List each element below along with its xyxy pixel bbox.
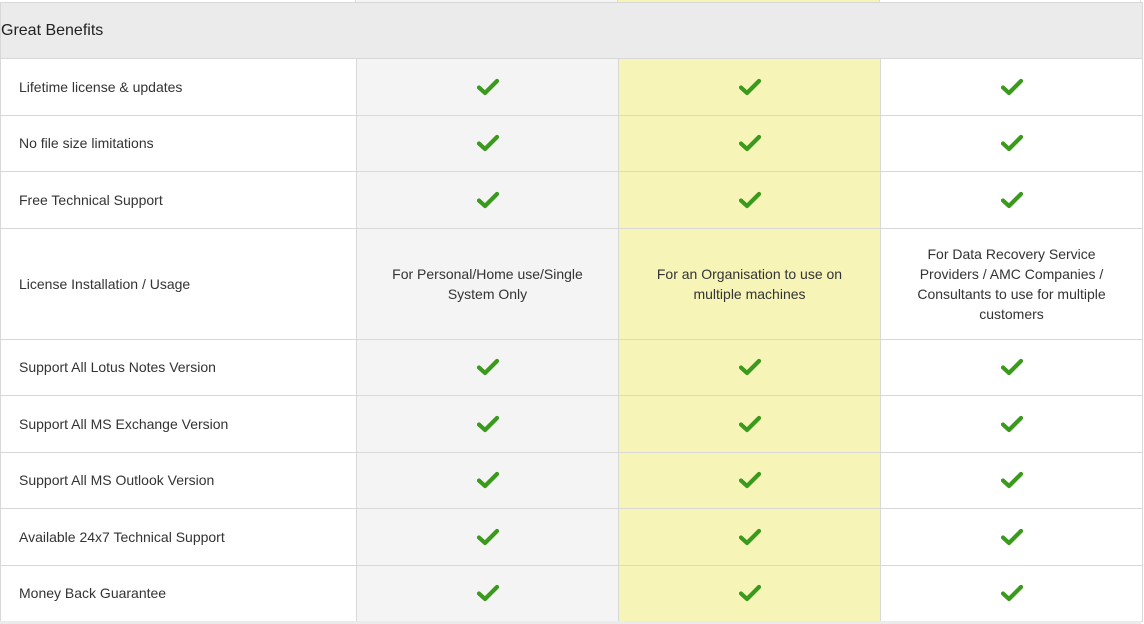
check-icon [738,415,761,432]
plan-cell [879,114,1144,172]
check-icon [738,191,761,208]
feature-label: Available 24x7 Technical Support [0,508,357,566]
plan-cell [618,564,881,622]
feature-label: No file size limitations [0,114,357,172]
plan-usage-text: For Data Recovery Service Providers / AM… [917,245,1106,322]
table-row: Free Technical Support [0,171,1144,229]
plan-cell [618,508,881,566]
plan-cell [356,338,619,396]
feature-label: Lifetime license & updates [0,58,357,116]
feature-label: Support All Lotus Notes Version [0,338,357,396]
section-title: Great Benefits [0,2,1144,59]
comparison-table-container: Great Benefits Lifetime license & update… [0,0,1144,624]
table-row: License Installation / Usage For Personal… [0,227,1144,340]
plan-cell: For Data Recovery Service Providers / AM… [879,227,1144,340]
plan-cell [356,58,619,116]
plan-cell [879,171,1144,229]
check-icon [1000,415,1023,432]
plan-cell [356,171,619,229]
plan-cell [879,451,1144,509]
plan-cell [356,564,619,622]
table-row: Money Back Guarantee [0,564,1144,622]
check-icon [476,191,499,208]
plan-cell [356,451,619,509]
feature-label: License Installation / Usage [0,227,357,340]
table-row: Support All MS Exchange Version [0,395,1144,453]
check-icon [1000,472,1023,489]
plan-cell [879,58,1144,116]
check-icon [738,528,761,545]
table-row: Lifetime license & updates [0,58,1144,116]
plan-cell [618,451,881,509]
plan-cell [618,58,881,116]
table-row: No file size limitations [0,114,1144,172]
check-icon [476,78,499,95]
plan-usage-text: For an Organisation to use on multiple m… [656,265,843,302]
check-icon [476,415,499,432]
plan-cell [879,395,1144,453]
check-icon [738,78,761,95]
feature-label: Money Back Guarantee [0,564,357,622]
plan-cell [356,114,619,172]
check-icon [476,528,499,545]
plan-cell [356,395,619,453]
check-icon [1000,528,1023,545]
check-icon [738,472,761,489]
check-icon [1000,359,1023,376]
table-row: Support All Lotus Notes Version [0,338,1144,396]
plan-cell [879,564,1144,622]
benefits-table: Great Benefits Lifetime license & update… [0,2,1144,622]
table-row: Available 24x7 Technical Support [0,508,1144,566]
plan-cell [356,508,619,566]
check-icon [476,585,499,602]
plan-cell [618,338,881,396]
plan-cell [618,114,881,172]
plan-cell [618,395,881,453]
feature-label: Support All MS Exchange Version [0,395,357,453]
check-icon [738,585,761,602]
plan-cell [879,508,1144,566]
plan-cell [879,338,1144,396]
feature-label: Free Technical Support [0,171,357,229]
check-icon [476,135,499,152]
check-icon [1000,585,1023,602]
plan-cell: For an Organisation to use on multiple m… [618,227,881,340]
check-icon [1000,191,1023,208]
plan-usage-text: For Personal/Home use/Single System Only [392,265,583,302]
table-row: Support All MS Outlook Version [0,451,1144,509]
check-icon [476,359,499,376]
plan-cell [618,171,881,229]
section-header-row: Great Benefits [0,2,1144,59]
plan-cell: For Personal/Home use/Single System Only [356,227,619,340]
check-icon [476,472,499,489]
check-icon [1000,135,1023,152]
check-icon [738,135,761,152]
check-icon [738,359,761,376]
check-icon [1000,78,1023,95]
feature-label: Support All MS Outlook Version [0,451,357,509]
